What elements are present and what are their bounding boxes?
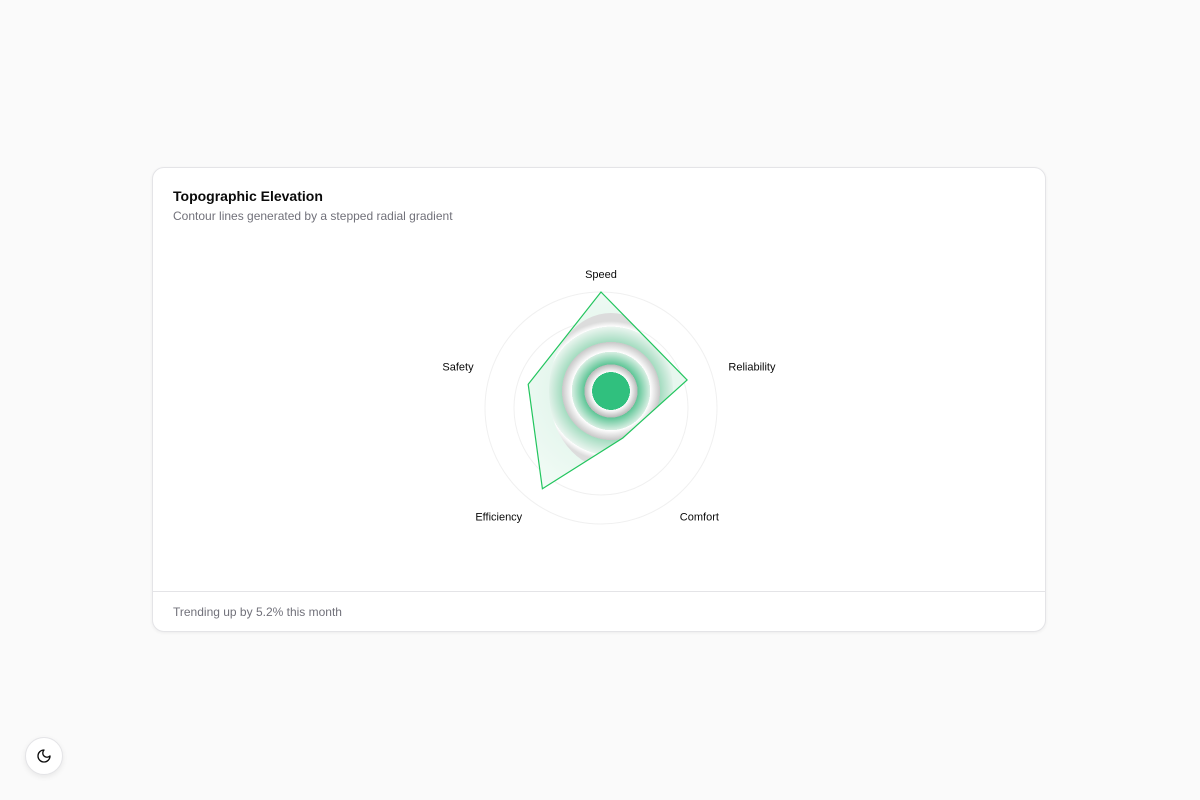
axis-label-speed: Speed <box>585 269 617 281</box>
radar-series <box>527 291 688 490</box>
moon-icon <box>37 749 51 763</box>
axis-label-efficiency: Efficiency <box>475 511 522 523</box>
axis-label-reliability: Reliability <box>728 362 776 374</box>
theme-toggle-button[interactable] <box>25 737 63 775</box>
radar-chart: Speed Reliability Comfort Efficiency Safety <box>442 269 776 525</box>
axis-label-comfort: Comfort <box>680 511 719 523</box>
axis-label-safety: Safety <box>442 362 474 374</box>
chart-area: Speed Reliability Comfort Efficiency Safety <box>153 168 1047 592</box>
trend-text: Trending up by 5.2% this month <box>173 604 342 619</box>
card-footer: Trending up by 5.2% this month <box>153 591 1045 631</box>
chart-card: Topographic Elevation Contour lines gene… <box>152 167 1046 632</box>
